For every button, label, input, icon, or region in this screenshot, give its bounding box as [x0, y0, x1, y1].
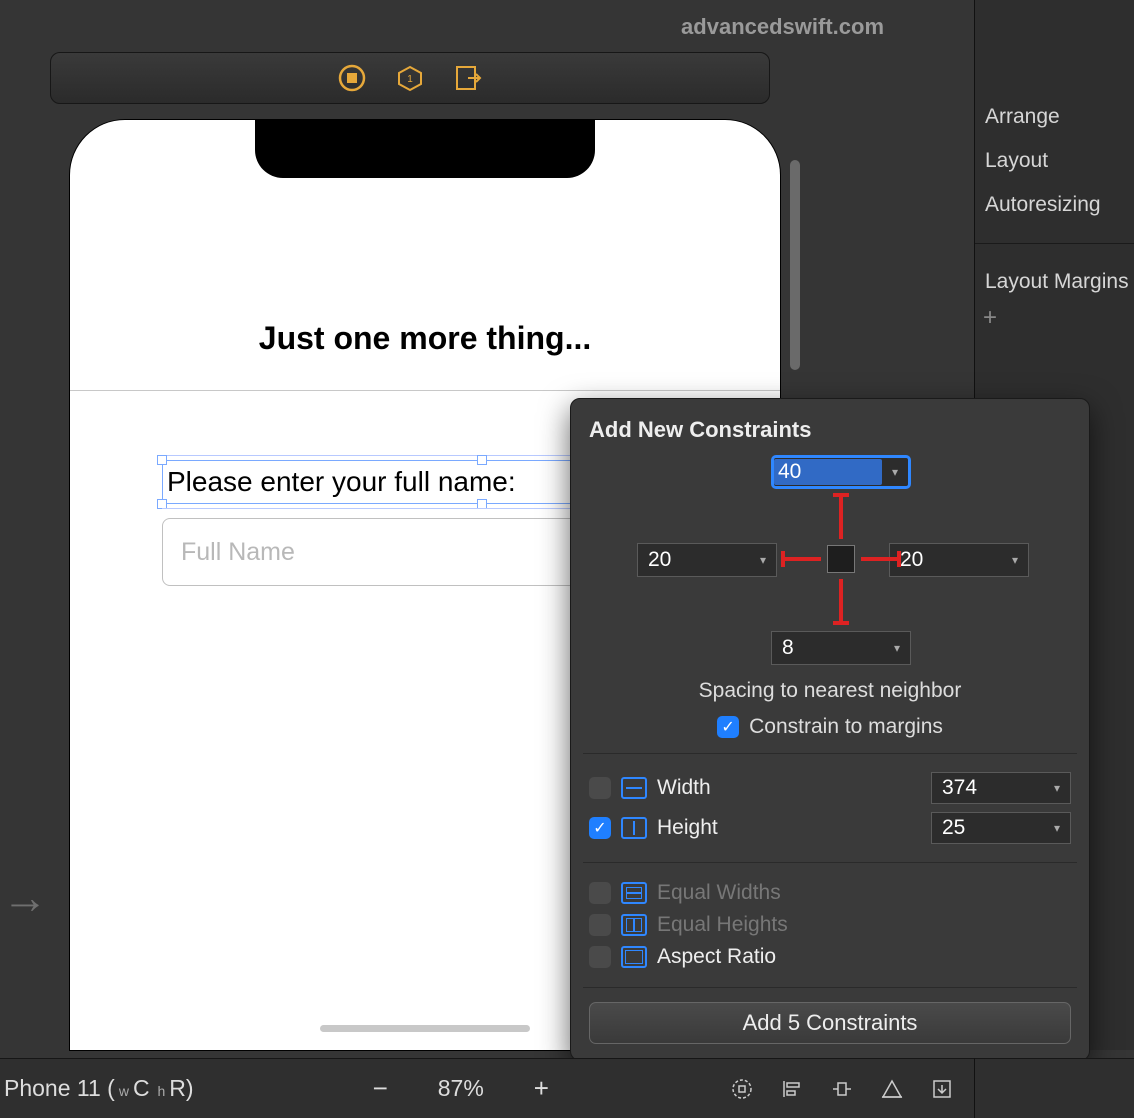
height-label: Height: [657, 816, 921, 840]
resize-handle[interactable]: [157, 455, 167, 465]
pin-strut-left[interactable]: [783, 557, 821, 561]
right-spacing-value: 20: [890, 548, 1002, 572]
strut-cap-icon: [833, 493, 849, 497]
left-spacing-value: 20: [638, 548, 750, 572]
chevron-down-icon[interactable]: ▾: [882, 465, 908, 479]
canvas-bottom-bar: Phone 11 ( w C h R) − 87% +: [0, 1058, 974, 1118]
popover-separator: [583, 753, 1077, 754]
chevron-down-icon[interactable]: ▾: [1002, 553, 1028, 567]
pin-icon[interactable]: [828, 1075, 856, 1103]
bottom-spacing-value: 8: [772, 636, 884, 660]
width-value: 374: [932, 776, 1044, 800]
device-selector[interactable]: Phone 11 ( w C h R): [0, 1075, 194, 1102]
resize-handle[interactable]: [477, 455, 487, 465]
equal-heights-icon: [621, 914, 647, 936]
zoom-in-button[interactable]: +: [534, 1073, 549, 1104]
resolve-issues-icon[interactable]: [878, 1075, 906, 1103]
aspect-ratio-label: Aspect Ratio: [657, 945, 1071, 969]
equal-heights-checkbox[interactable]: [589, 914, 611, 936]
right-spacing-field[interactable]: 20 ▾: [889, 543, 1029, 577]
watermark-text: advancedswift.com: [681, 14, 884, 40]
top-spacing-value: 40: [774, 459, 882, 485]
strut-cap-icon: [897, 551, 901, 567]
equal-widths-label: Equal Widths: [657, 881, 1071, 905]
device-name: Phone 11 (: [4, 1075, 115, 1102]
inspector-arrange-row[interactable]: Arrange: [975, 95, 1134, 139]
aspect-ratio-icon: [621, 946, 647, 968]
pin-strut-bottom[interactable]: [839, 579, 843, 623]
home-indicator: [320, 1025, 530, 1032]
nav-separator: [70, 390, 780, 391]
size-class-h-value: R): [169, 1075, 193, 1102]
inspector-separator: [975, 243, 1134, 244]
width-value-field[interactable]: 374 ▾: [931, 772, 1071, 804]
zoom-level[interactable]: 87%: [438, 1075, 484, 1102]
equal-widths-icon: [621, 882, 647, 904]
width-icon: [621, 777, 647, 799]
height-icon: [621, 817, 647, 839]
equal-widths-checkbox[interactable]: [589, 882, 611, 904]
equal-heights-label: Equal Heights: [657, 913, 1071, 937]
size-class-h: h: [154, 1083, 166, 1099]
zoom-out-button[interactable]: −: [373, 1073, 388, 1104]
size-class-w: w: [119, 1083, 129, 1099]
height-value-field[interactable]: 25 ▾: [931, 812, 1071, 844]
chevron-down-icon[interactable]: ▾: [1044, 781, 1070, 795]
strut-cap-icon: [833, 621, 849, 625]
debug-exit-icon[interactable]: [453, 63, 483, 93]
svg-text:1: 1: [407, 74, 413, 85]
spacing-caption: Spacing to nearest neighbor: [581, 679, 1079, 703]
pin-center-icon: [827, 545, 855, 573]
update-frames-icon[interactable]: [728, 1075, 756, 1103]
popover-separator: [583, 862, 1077, 863]
chevron-down-icon[interactable]: ▾: [884, 641, 910, 655]
height-checkbox[interactable]: ✓: [589, 817, 611, 839]
canvas-arrow-icon[interactable]: →: [2, 870, 48, 924]
width-checkbox[interactable]: [589, 777, 611, 799]
chevron-down-icon[interactable]: ▾: [750, 553, 776, 567]
aspect-ratio-checkbox[interactable]: [589, 946, 611, 968]
height-value: 25: [932, 816, 1044, 840]
chevron-down-icon[interactable]: ▾: [1044, 821, 1070, 835]
nav-title-label: Just one more thing...: [70, 320, 780, 357]
popover-title: Add New Constraints: [581, 417, 1079, 455]
textfield-placeholder: Full Name: [181, 538, 295, 567]
debug-toolbar: 1: [50, 52, 770, 104]
debug-cube-icon[interactable]: 1: [395, 63, 425, 93]
embed-in-icon[interactable]: [928, 1075, 956, 1103]
size-class-w-value: C: [133, 1075, 150, 1102]
add-constraints-popover: Add New Constraints 40 ▾ 20 ▾ 20 ▾ 8 ▾ S…: [570, 398, 1090, 1061]
align-icon[interactable]: [778, 1075, 806, 1103]
canvas-scrollbar[interactable]: [790, 160, 800, 370]
add-constraints-button[interactable]: Add 5 Constraints: [589, 1002, 1071, 1044]
inspector-margins-row[interactable]: Layout Margins: [975, 260, 1134, 304]
popover-separator: [583, 987, 1077, 988]
inspector-bottom-strip: [974, 1058, 1134, 1118]
constrain-margins-label: Constrain to margins: [749, 715, 943, 739]
stop-debug-icon[interactable]: [337, 63, 367, 93]
constrain-margins-checkbox[interactable]: ✓: [717, 716, 739, 738]
width-label: Width: [657, 776, 921, 800]
inspector-layout-row[interactable]: Layout: [975, 139, 1134, 183]
top-spacing-field[interactable]: 40 ▾: [771, 455, 911, 489]
device-notch: [255, 120, 595, 178]
pin-spacing-area: 40 ▾ 20 ▾ 20 ▾ 8 ▾: [581, 455, 1079, 675]
pin-strut-right[interactable]: [861, 557, 899, 561]
pin-strut-top[interactable]: [839, 495, 843, 539]
left-spacing-field[interactable]: 20 ▾: [637, 543, 777, 577]
strut-cap-icon: [781, 551, 785, 567]
inspector-add-icon[interactable]: +: [975, 304, 1134, 332]
bottom-spacing-field[interactable]: 8 ▾: [771, 631, 911, 665]
inspector-autoresize-row[interactable]: Autoresizing: [975, 183, 1134, 227]
